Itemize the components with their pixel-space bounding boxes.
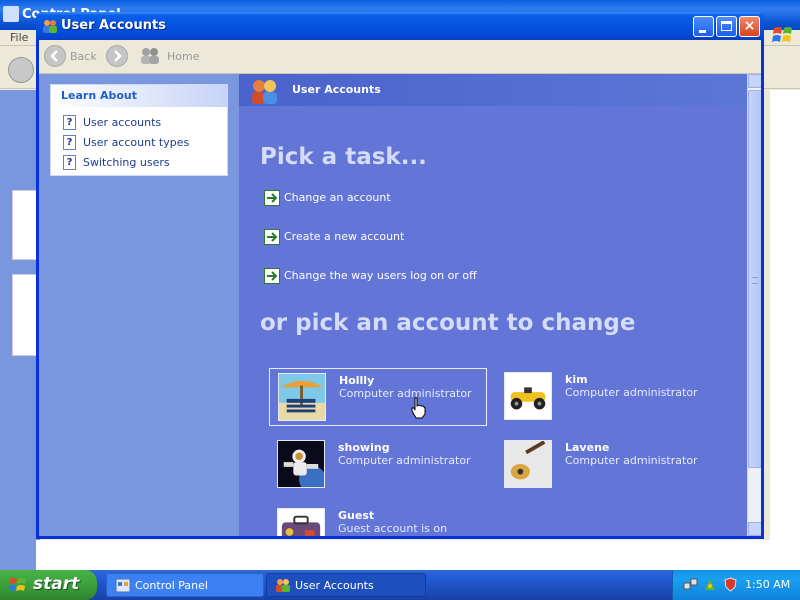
back-button[interactable] — [44, 45, 66, 67]
control-panel-content — [770, 90, 800, 570]
task-change-logon[interactable]: Change the way users log on or off — [264, 268, 564, 284]
user-accounts-window: User Accounts × Back Home Learn About ? … — [36, 12, 764, 539]
minimize-icon — [699, 30, 706, 33]
navigation-bar: Back Home — [39, 40, 761, 74]
windows-logo-icon — [9, 578, 26, 591]
close-button[interactable]: × — [739, 16, 760, 37]
taskbar: start Control Panel User Accounts 1:50 A… — [0, 570, 800, 600]
taskbar-button-control-panel[interactable]: Control Panel — [106, 573, 264, 597]
back-button[interactable] — [8, 57, 34, 83]
race-car-picture — [504, 372, 552, 420]
account-type: Computer administrator — [565, 386, 698, 399]
windows-logo-icon — [772, 27, 792, 42]
menu-file[interactable]: File — [10, 31, 28, 44]
window-content: Learn About ? User accounts ? User accou… — [39, 74, 761, 536]
window-title: User Accounts — [61, 18, 166, 33]
scroll-grip-icon — [752, 277, 758, 284]
user-accounts-icon — [252, 80, 277, 104]
control-panel-content — [36, 540, 800, 570]
task-label: Change an account — [284, 191, 391, 204]
task-label: Create a new account — [284, 230, 405, 243]
network-icon[interactable] — [683, 577, 698, 592]
account-type: Guest account is on — [338, 522, 448, 535]
clock[interactable]: 1:50 AM — [745, 578, 790, 591]
back-label[interactable]: Back — [70, 50, 97, 63]
close-icon: × — [743, 18, 756, 34]
section-banner: User Accounts — [239, 74, 747, 106]
task-label: Change the way users log on or off — [284, 269, 477, 282]
taskbar-button-user-accounts[interactable]: User Accounts — [266, 573, 426, 597]
window-titlebar[interactable]: User Accounts × — [36, 12, 764, 40]
learn-about-heading: Learn About — [51, 85, 227, 107]
control-panel-icon — [3, 6, 19, 22]
learn-item-label: User accounts — [83, 116, 162, 129]
security-shield-icon[interactable] — [723, 577, 738, 592]
astronaut-picture — [277, 440, 325, 488]
scroll-thumb[interactable] — [748, 90, 761, 468]
help-icon: ? — [63, 115, 76, 130]
account-kim[interactable]: kim Computer administrator — [496, 368, 714, 426]
control-panel-icon — [115, 578, 131, 593]
beach-chair-picture — [278, 373, 326, 421]
maximize-button[interactable] — [716, 16, 737, 37]
learn-item-label: Switching users — [83, 156, 170, 169]
user-accounts-icon — [43, 20, 57, 33]
start-label: start — [33, 574, 80, 594]
learn-item-user-accounts[interactable]: ? User accounts — [63, 115, 227, 131]
guitar-picture — [504, 440, 552, 488]
account-name: Lavene — [565, 441, 610, 454]
account-guest[interactable]: Guest Guest account is on — [269, 504, 487, 536]
system-tray: 1:50 AM — [672, 570, 800, 600]
pick-task-heading: Pick a task... — [260, 144, 427, 170]
main-content: User Accounts Pick a task... Change an a… — [239, 74, 747, 536]
user-accounts-icon — [276, 579, 290, 592]
account-showing[interactable]: showing Computer administrator — [269, 436, 487, 494]
forward-arrow-icon — [114, 50, 122, 62]
home-icon[interactable] — [139, 46, 161, 66]
home-label[interactable]: Home — [167, 50, 199, 63]
account-name: kim — [565, 373, 588, 386]
task-create-account[interactable]: Create a new account — [264, 229, 564, 245]
start-button[interactable]: start — [0, 570, 97, 600]
update-icon[interactable] — [703, 577, 718, 592]
minimize-button[interactable] — [693, 16, 714, 37]
hand-cursor-icon — [411, 397, 426, 419]
learn-item-label: User account types — [83, 136, 190, 149]
learn-item-user-account-types[interactable]: ? User account types — [63, 135, 227, 151]
taskbar-button-label: User Accounts — [295, 579, 374, 592]
pick-account-heading: or pick an account to change — [260, 310, 636, 336]
vertical-scrollbar[interactable] — [747, 74, 761, 536]
green-arrow-icon — [264, 268, 280, 284]
account-type: Computer administrator — [338, 454, 471, 467]
control-panel-task-pane — [0, 90, 40, 570]
help-icon: ? — [63, 135, 76, 150]
account-type: Computer administrator — [339, 387, 472, 400]
help-icon: ? — [63, 155, 76, 170]
scroll-down-button[interactable] — [748, 522, 761, 536]
account-name: showing — [338, 441, 390, 454]
account-name: Hollly — [339, 374, 375, 387]
account-lavene[interactable]: Lavene Computer administrator — [496, 436, 714, 494]
account-hollly[interactable]: Hollly Computer administrator — [269, 368, 487, 426]
forward-button[interactable] — [106, 45, 128, 67]
green-arrow-icon — [264, 190, 280, 206]
maximize-icon — [721, 21, 732, 31]
task-change-account[interactable]: Change an account — [264, 190, 564, 206]
back-arrow-icon — [50, 50, 58, 62]
sidebar: Learn About ? User accounts ? User accou… — [39, 74, 239, 536]
learn-item-switching-users[interactable]: ? Switching users — [63, 155, 227, 171]
account-name: Guest — [338, 509, 375, 522]
learn-about-panel: Learn About ? User accounts ? User accou… — [50, 84, 228, 176]
banner-title: User Accounts — [292, 83, 381, 96]
account-type: Computer administrator — [565, 454, 698, 467]
green-arrow-icon — [264, 229, 280, 245]
scroll-up-button[interactable] — [748, 74, 761, 88]
suitcase-picture — [277, 508, 325, 536]
taskbar-button-label: Control Panel — [135, 579, 208, 592]
